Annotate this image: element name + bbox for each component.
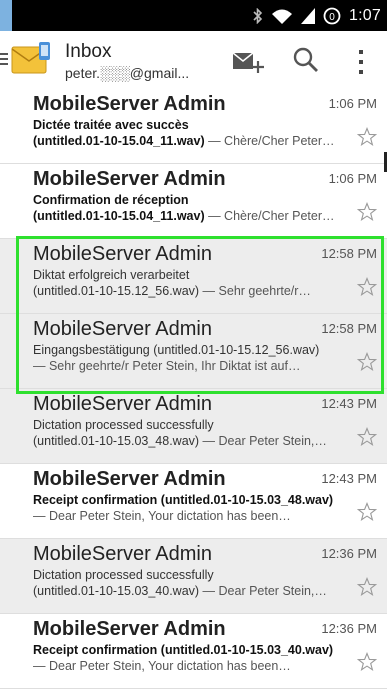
alarm-label: 0 [329, 12, 335, 23]
message-item[interactable]: MobileServer Admin 12:43 PM Dictation pr… [0, 389, 387, 464]
message-subject: Receipt confirmation (untitled.01-10-15.… [33, 493, 334, 507]
message-item[interactable]: MobileServer Admin 12:58 PM Eingangsbest… [0, 314, 387, 389]
status-clock: 1:07 [349, 7, 381, 24]
message-sender: MobileServer Admin [33, 393, 212, 415]
message-item[interactable]: MobileServer Admin 1:06 PM Confirmation … [0, 164, 387, 239]
message-subject: Dictée traitée avec succès [33, 118, 189, 132]
star-icon[interactable] [356, 127, 378, 147]
message-preview: — Sehr geehrte/r Peter Stein, Ihr Diktat… [33, 359, 301, 373]
message-subject: Confirmation de réception [33, 193, 189, 207]
action-bar: Inbox peter.░░░@gmail... [0, 31, 387, 89]
message-subject-cont: (untitled.01-10-15.12_56.wav) [33, 284, 200, 298]
message-sender: MobileServer Admin [33, 93, 226, 115]
drawer-menu-icon[interactable] [0, 53, 8, 67]
message-time: 12:43 PM [321, 471, 377, 486]
message-preview: — Dear Peter Stein,… [199, 434, 327, 448]
message-item[interactable]: MobileServer Admin 12:58 PM Diktat erfol… [0, 239, 387, 314]
wifi-signal-icon [271, 8, 293, 24]
message-subject-cont: (untitled.01-10-15.03_40.wav) [33, 584, 200, 598]
bluetooth-icon [253, 8, 263, 24]
cell-signal-icon [301, 8, 316, 24]
star-icon[interactable] [356, 577, 378, 597]
gmail-envelope-icon[interactable] [11, 41, 54, 77]
message-subject: Receipt confirmation (untitled.01-10-15.… [33, 643, 334, 657]
message-subject-cont: (untitled.01-10-15.03_48.wav) [33, 434, 200, 448]
message-snippet: — Sehr geehrte/r Peter Stein, Ihr Diktat… [33, 359, 351, 373]
message-sender: MobileServer Admin [33, 543, 212, 565]
message-subject-cont: (untitled.01-10-15.04_11.wav) [33, 209, 205, 223]
message-snippet: (untitled.01-10-15.04_11.wav) — Chère/Ch… [33, 209, 351, 223]
message-preview: — Dear Peter Stein, Your dictation has b… [33, 659, 291, 673]
message-subject-cont: (untitled.01-10-15.04_11.wav) [33, 134, 205, 148]
message-sender: MobileServer Admin [33, 618, 226, 640]
compose-icon[interactable] [231, 47, 267, 75]
message-preview: — Dear Peter Stein,… [199, 584, 327, 598]
message-subject: Eingangsbestätigung (untitled.01-10-15.1… [33, 343, 320, 357]
message-sender: MobileServer Admin [33, 243, 212, 265]
message-subject: Dictation processed successfully [33, 568, 214, 582]
message-snippet: (untitled.01-10-15.04_11.wav) — Chère/Ch… [33, 134, 351, 148]
star-icon[interactable] [356, 427, 378, 447]
account-email[interactable]: peter.░░░@gmail... [65, 65, 189, 81]
message-time: 1:06 PM [328, 171, 377, 186]
message-preview: — Sehr geehrte/r… [199, 284, 311, 298]
status-bar: 0 1:07 [0, 0, 387, 31]
message-time: 12:58 PM [321, 321, 377, 336]
message-time: 12:43 PM [321, 396, 377, 411]
message-snippet: (untitled.01-10-15.03_40.wav) — Dear Pet… [33, 584, 351, 598]
star-icon[interactable] [356, 652, 378, 672]
message-preview: — Chère/Cher Peter… [204, 134, 335, 148]
message-item[interactable]: MobileServer Admin 12:36 PM Dictation pr… [0, 539, 387, 614]
message-sender: MobileServer Admin [33, 468, 226, 490]
message-item[interactable]: MobileServer Admin 12:36 PM Receipt conf… [0, 614, 387, 689]
message-time: 1:06 PM [328, 96, 377, 111]
message-snippet: — Dear Peter Stein, Your dictation has b… [33, 659, 351, 673]
message-item[interactable]: MobileServer Admin 1:06 PM Dictée traité… [0, 89, 387, 164]
message-subject: Dictation processed successfully [33, 418, 214, 432]
message-snippet: — Dear Peter Stein, Your dictation has b… [33, 509, 351, 523]
star-icon[interactable] [356, 352, 378, 372]
message-snippet: (untitled.01-10-15.12_56.wav) — Sehr gee… [33, 284, 351, 298]
message-item[interactable]: MobileServer Admin 12:43 PM Receipt conf… [0, 464, 387, 539]
star-icon[interactable] [356, 277, 378, 297]
message-list[interactable]: MobileServer Admin 1:06 PM Dictée traité… [0, 89, 387, 689]
message-time: 12:36 PM [321, 546, 377, 561]
message-time: 12:36 PM [321, 621, 377, 636]
message-sender: MobileServer Admin [33, 168, 226, 190]
message-subject: Diktat erfolgreich verarbeitet [33, 268, 190, 282]
alarm-icon: 0 [323, 7, 341, 25]
message-snippet: (untitled.01-10-15.03_48.wav) — Dear Pet… [33, 434, 351, 448]
message-time: 12:58 PM [321, 246, 377, 261]
star-icon[interactable] [356, 502, 378, 522]
message-preview: — Chère/Cher Peter… [204, 209, 335, 223]
overflow-menu-icon[interactable] [356, 49, 366, 75]
message-sender: MobileServer Admin [33, 318, 212, 340]
message-preview: — Dear Peter Stein, Your dictation has b… [33, 509, 291, 523]
inbox-title: Inbox [65, 41, 112, 62]
star-icon[interactable] [356, 202, 378, 222]
search-icon[interactable] [292, 46, 320, 74]
